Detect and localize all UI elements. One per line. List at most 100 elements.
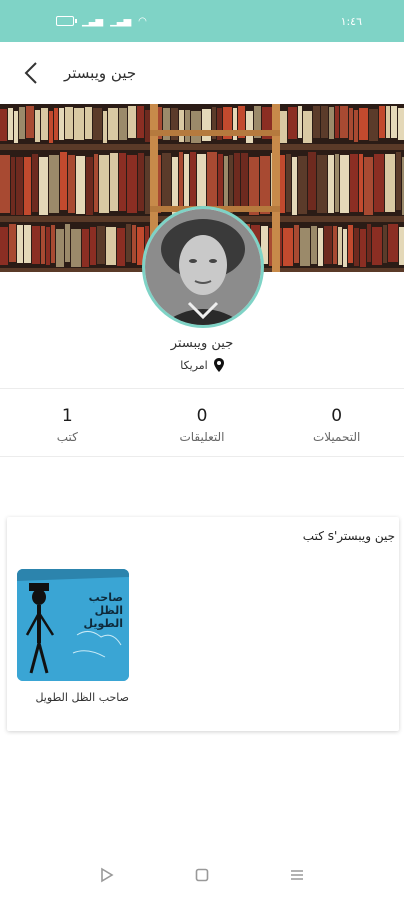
book-spine	[86, 157, 93, 215]
book-spine	[76, 156, 85, 214]
signal-icon: ▁▃▅	[82, 15, 103, 27]
book-spine	[367, 224, 371, 262]
book-spine	[399, 227, 404, 265]
author-books-card: جين ويبستر's كتب صاحب الظل الطويل صاحب ا…	[7, 517, 399, 731]
book-spine	[41, 226, 45, 264]
location-text: امريكا	[180, 358, 208, 372]
signal-icon-2: ▁▃▅	[110, 15, 131, 27]
book-spine	[286, 154, 291, 212]
book-spine	[190, 152, 196, 210]
book-spine	[308, 152, 316, 210]
book-spine	[184, 154, 189, 212]
wifi-icon: ◠	[138, 15, 147, 27]
book-spine	[68, 155, 75, 213]
book-item[interactable]: صاحب الظل الطويل صاحب الظل الطويل	[17, 569, 129, 704]
book-spine	[398, 108, 404, 140]
nav-menu-button[interactable]	[280, 858, 314, 892]
book-spine	[119, 108, 127, 140]
book-spine	[229, 155, 233, 213]
book-spine	[348, 225, 353, 263]
book-spine	[354, 110, 358, 142]
book-spine	[335, 154, 339, 212]
book-spine	[145, 156, 150, 214]
book-spine	[234, 153, 240, 211]
book-spine	[127, 155, 137, 213]
book-spine	[218, 154, 223, 212]
book-spine	[0, 155, 10, 213]
book-spine	[202, 109, 211, 141]
book-spine	[41, 108, 48, 140]
book-spine	[374, 154, 384, 212]
book-spine	[93, 108, 102, 140]
book-spine	[162, 153, 171, 211]
menu-lines-icon	[290, 870, 303, 880]
book-cover-title: صاحب الظل الطويل	[83, 591, 123, 630]
status-time: ١:٤٦	[340, 14, 362, 28]
book-spine	[288, 107, 297, 139]
stat-books: 1 كتب	[0, 396, 135, 454]
books-section-title: جين ويبستر's كتب	[302, 529, 395, 543]
book-spine	[333, 226, 337, 264]
book-spine	[317, 155, 327, 213]
book-spine	[360, 229, 366, 267]
book-spine	[294, 225, 299, 263]
book-spine	[97, 226, 105, 264]
book-spine	[311, 226, 317, 264]
book-spine	[391, 106, 397, 138]
book-spine	[82, 229, 89, 267]
author-location: امريكا	[0, 358, 404, 372]
book-spine	[197, 154, 206, 212]
stat-downloads: 0 التحميلات	[269, 396, 404, 454]
book-spine	[388, 224, 398, 262]
nav-home-button[interactable]	[185, 858, 219, 892]
book-spine	[56, 229, 64, 267]
book-spine	[74, 108, 84, 140]
book-spine	[26, 106, 34, 138]
book-spine	[379, 106, 385, 138]
book-spine	[128, 106, 136, 138]
book-spine	[338, 227, 342, 265]
book-spine	[298, 106, 302, 138]
book-spine	[24, 225, 31, 263]
book-spine	[35, 110, 40, 142]
chevron-left-icon	[24, 62, 37, 84]
status-bar: ▁▃▅ ▁▃▅ ◠ ١:٤٦	[0, 0, 404, 42]
book-spine	[207, 152, 217, 210]
book-spine	[0, 227, 8, 265]
book-spine	[16, 157, 23, 215]
book-spine	[138, 153, 144, 211]
book-spine	[340, 106, 348, 138]
book-spine	[110, 153, 118, 211]
book-spine	[32, 154, 38, 212]
book-spine	[106, 227, 116, 265]
book-spine	[14, 111, 18, 143]
book-spine	[85, 107, 92, 139]
book-spine	[117, 228, 125, 266]
book-spine	[94, 154, 98, 212]
triangle-back-icon	[101, 867, 114, 883]
book-spine	[385, 154, 395, 212]
book-spine	[313, 106, 320, 138]
book-spine	[49, 155, 59, 213]
book-spine	[318, 228, 323, 266]
divider-top	[0, 388, 404, 389]
book-spine	[17, 225, 23, 263]
book-spine	[386, 106, 390, 138]
author-avatar	[142, 206, 264, 328]
book-spine	[65, 224, 70, 262]
book-title: صاحب الظل الطويل	[35, 691, 129, 704]
book-spine	[126, 224, 131, 262]
book-spine	[49, 111, 53, 143]
stat-books-value: 1	[61, 406, 73, 426]
nav-back-button[interactable]	[90, 858, 124, 892]
book-spine	[60, 152, 67, 210]
book-spine	[329, 107, 334, 139]
book-spine	[260, 156, 270, 214]
book-spine	[369, 109, 378, 141]
system-nav-bar	[0, 850, 404, 900]
book-spine	[8, 108, 13, 140]
book-spine	[46, 227, 50, 265]
book-spine	[349, 108, 353, 140]
back-button[interactable]	[18, 53, 44, 93]
stat-books-label: كتب	[56, 430, 78, 444]
